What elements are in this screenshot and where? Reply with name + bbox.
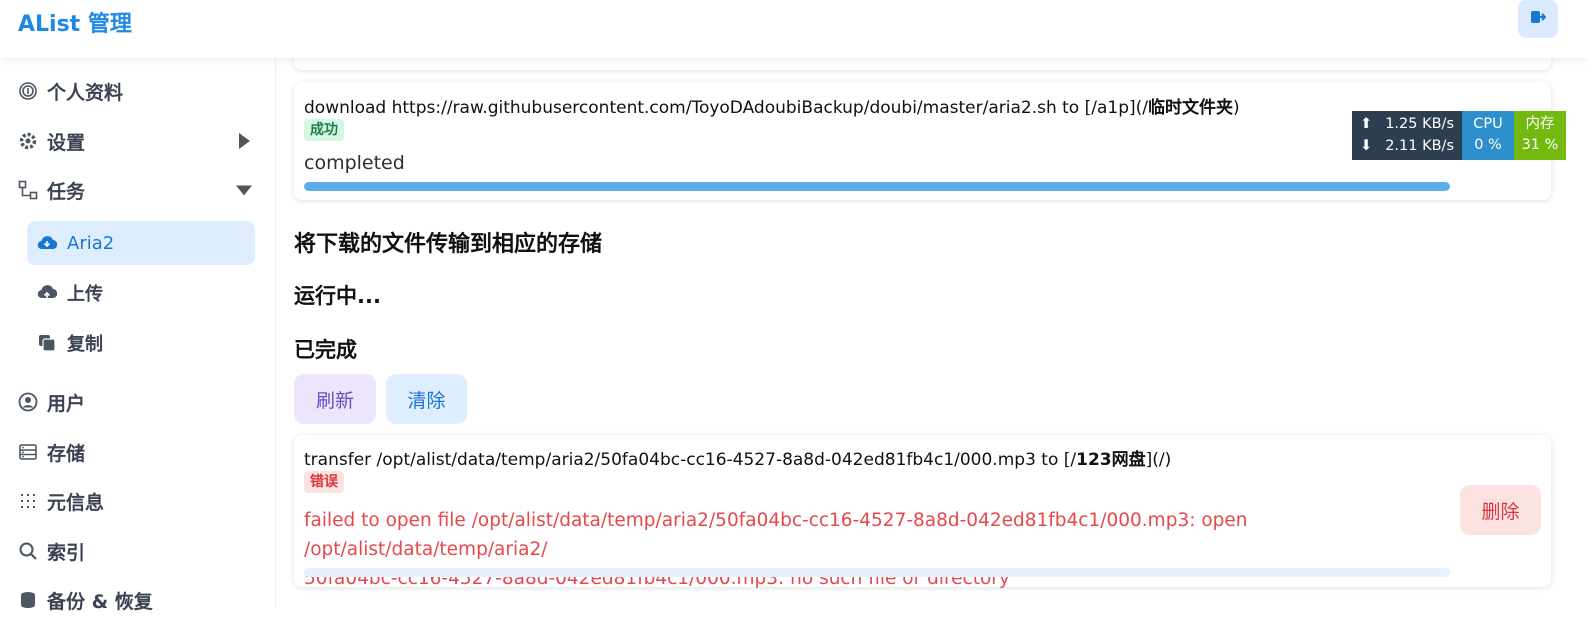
- sidebar-item-label: 索引: [47, 541, 86, 564]
- search-icon: [18, 541, 38, 561]
- sidebar-item-storage[interactable]: 存储: [0, 432, 276, 472]
- logout-icon: [1530, 9, 1547, 29]
- metadata-icon: [18, 491, 38, 511]
- task-status: completed: [304, 152, 405, 174]
- sidebar-item-label: 设置: [47, 131, 86, 154]
- sidebar-item-index[interactable]: 索引: [0, 531, 276, 571]
- status-badge: 成功: [304, 119, 344, 141]
- gear-icon: [18, 131, 38, 151]
- user-circle-icon: [18, 392, 38, 412]
- section-title: 将下载的文件传输到相应的存储: [294, 232, 603, 257]
- fingerprint-icon: [18, 81, 38, 101]
- refresh-button[interactable]: 刷新: [294, 374, 376, 424]
- chevron-right-icon: [236, 132, 252, 150]
- sidebar-item-meta[interactable]: 元信息: [0, 481, 276, 521]
- progress-bar: [304, 568, 1450, 577]
- error-message: failed to open file /opt/alist/data/temp…: [304, 510, 1248, 589]
- upload-speed: 1.25 KB/s: [1385, 116, 1454, 132]
- storage-icon: [18, 442, 38, 462]
- cloud-upload-icon: [37, 283, 57, 303]
- sidebar-item-users[interactable]: 用户: [0, 382, 276, 422]
- sidebar-item-label: 复制: [67, 334, 103, 355]
- delete-button[interactable]: 删除: [1460, 485, 1541, 535]
- sidebar-item-copy[interactable]: 复制: [27, 321, 255, 365]
- sidebar-item-settings[interactable]: 设置: [0, 121, 276, 161]
- progress-bar: [304, 182, 1450, 191]
- sidebar-item-label: 上传: [67, 284, 103, 305]
- network-speed: ⬆ 1.25 KB/s ⬇ 2.11 KB/s: [1352, 111, 1462, 160]
- task-name: transfer /opt/alist/data/temp/aria2/50fa…: [304, 450, 1172, 470]
- sidebar-item-label: 元信息: [47, 491, 105, 514]
- memory-usage: 内存 31 %: [1514, 111, 1566, 160]
- sidebar-item-aria2[interactable]: Aria2: [27, 221, 255, 265]
- progress-fill: [304, 182, 1450, 191]
- sidebar-item-label: 备份 & 恢复: [47, 590, 153, 613]
- clear-button[interactable]: 清除: [386, 374, 467, 424]
- done-title: 已完成: [294, 338, 357, 362]
- cpu-usage: CPU 0 %: [1462, 111, 1514, 160]
- sidebar-item-label: 个人资料: [47, 81, 124, 104]
- download-speed: 2.11 KB/s: [1385, 138, 1454, 154]
- database-icon: [18, 590, 38, 610]
- sidebar-item-tasks[interactable]: 任务: [0, 170, 276, 210]
- status-badge: 错误: [304, 471, 344, 493]
- sidebar-item-label: Aria2: [67, 232, 115, 254]
- logout-button[interactable]: [1518, 0, 1558, 38]
- sidebar-item-profile[interactable]: 个人资料: [0, 71, 276, 111]
- copy-icon: [37, 333, 57, 353]
- sidebar-item-label: 用户: [47, 392, 86, 415]
- sidebar-item-label: 任务: [47, 180, 86, 203]
- arrow-up-icon: ⬆: [1360, 116, 1373, 132]
- chevron-down-icon: [236, 181, 252, 199]
- top-header: AList 管理: [0, 0, 1588, 58]
- running-title: 运行中...: [294, 284, 381, 308]
- sidebar-item-upload[interactable]: 上传: [27, 271, 255, 315]
- task-card-transfer: transfer /opt/alist/data/temp/aria2/50fa…: [294, 435, 1551, 589]
- sidebar-item-label: 存储: [47, 442, 86, 465]
- app-title: AList 管理: [18, 12, 132, 37]
- workflow-icon: [18, 180, 38, 200]
- cloud-download-icon: [37, 233, 57, 253]
- system-monitor: ⬆ 1.25 KB/s ⬇ 2.11 KB/s CPU 0 % 内存 31 %: [1352, 111, 1566, 160]
- sidebar: 个人资料 设置 任务 Aria2 上传 复制 用户 存储 元信息 索引 备份 &…: [0, 58, 276, 613]
- sidebar-item-backup[interactable]: 备份 & 恢复: [0, 580, 276, 620]
- arrow-down-icon: ⬇: [1360, 138, 1373, 154]
- task-name: download https://raw.githubusercontent.c…: [304, 98, 1240, 118]
